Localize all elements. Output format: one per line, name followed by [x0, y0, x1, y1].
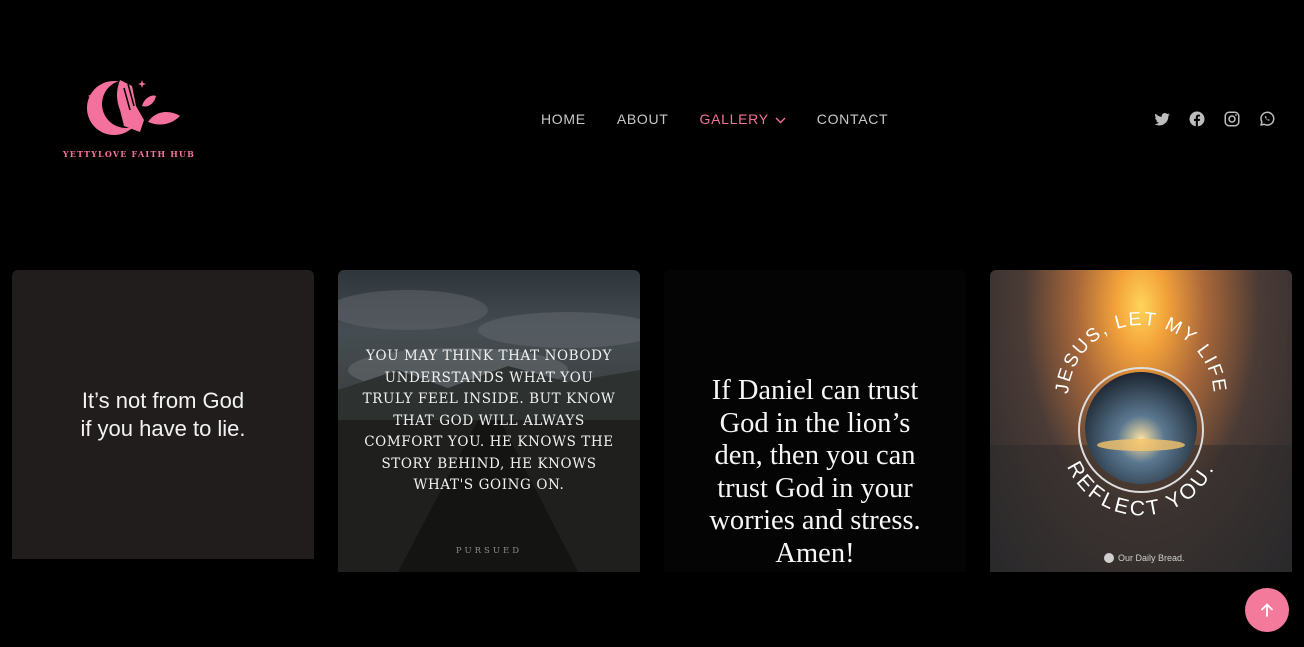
nav-item-contact[interactable]: CONTACT — [817, 111, 889, 127]
gallery-card-1-text: It’s not from God if you have to lie. — [80, 388, 246, 441]
twitter-icon[interactable] — [1153, 110, 1171, 128]
our-daily-bread-logo-icon — [1104, 553, 1114, 563]
gallery-card-1[interactable]: It’s not from God if you have to lie. — [12, 270, 314, 559]
social-links — [1153, 110, 1276, 128]
site-logo[interactable]: YETTYLOVE FAITH HUB — [56, 76, 202, 160]
nav-item-home[interactable]: HOME — [541, 111, 586, 127]
gallery-card-2[interactable]: You may think that nobody understands wh… — [338, 270, 640, 572]
chevron-down-icon — [775, 111, 786, 127]
nav-item-gallery[interactable]: GALLERY — [700, 111, 786, 127]
gallery-card-3-text: If Daniel can trust God in the lion’s de… — [709, 375, 921, 569]
nav-item-about[interactable]: ABOUT — [617, 111, 669, 127]
crystal-ball-sunset-image: JESUS, LET MY LIFE REFLECT YOU. — [990, 309, 1292, 572]
gallery-card-3[interactable]: If Daniel can trust God in the lion’s de… — [664, 270, 966, 572]
arrow-up-icon — [1261, 603, 1273, 617]
praying-hands-logo-icon — [87, 80, 180, 135]
gallery-card-4[interactable]: JESUS, LET MY LIFE REFLECT YOU. Our Dail… — [990, 270, 1292, 572]
whatsapp-icon[interactable] — [1258, 110, 1276, 128]
instagram-icon[interactable] — [1223, 110, 1241, 128]
main-nav: HOME ABOUT GALLERY CONTACT — [541, 111, 919, 127]
facebook-icon[interactable] — [1188, 110, 1206, 128]
gallery-card-4-brand: Our Daily Bread. — [1104, 553, 1185, 563]
nav-item-gallery-label: GALLERY — [699, 111, 769, 127]
scroll-to-top-button[interactable] — [1245, 588, 1289, 632]
gallery-card-2-brand: PURSUED — [455, 546, 523, 556]
logo-text: YETTYLOVE FAITH HUB — [62, 149, 196, 159]
gallery-card-4-brand-text: Our Daily Bread. — [1118, 553, 1185, 563]
gallery-card-2-text: You may think that nobody understands wh… — [362, 348, 616, 493]
